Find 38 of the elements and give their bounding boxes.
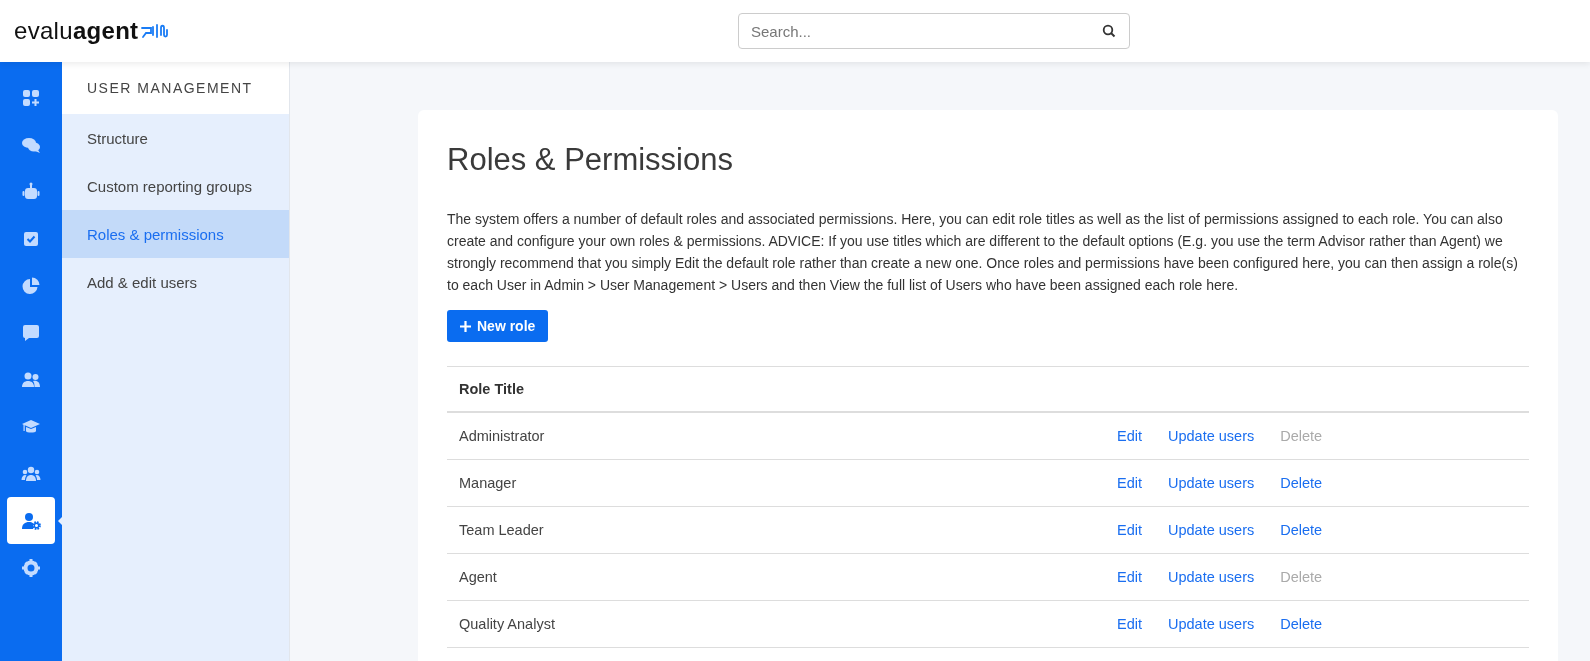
speech-bubble-icon <box>21 322 41 343</box>
user-gear-icon <box>21 510 41 531</box>
menu-item[interactable]: Custom reporting groups <box>62 162 289 210</box>
section-title: USER MANAGEMENT <box>62 62 289 114</box>
edit-link[interactable]: Edit <box>1117 616 1142 632</box>
role-title: Administrator <box>459 428 545 444</box>
settings-icon <box>21 557 41 578</box>
plus-icon <box>460 320 471 332</box>
new-role-button[interactable]: New role <box>447 310 549 342</box>
role-title: Agent <box>459 569 497 585</box>
description-text: The system offers a number of default roles and associated permissions. Here, you can edit role titles as well as the list of permissions assigned to each role. You can also create and configure your own roles & permissions. ADVICE: If you use titles which are different to the default options (E.g. you use the term Advisor rather than Agent) we strongly recommend that you simply Edit the default role rather than create a new one. Once roles and permissions have been configured here, you can then assign a role(s) to each User in Admin > User Management > Users and then View the full list of Users who have been assigned each role here. <box>447 210 1519 295</box>
update-users-link[interactable]: Update users <box>1168 475 1255 491</box>
page-title: Roles & Permissions <box>447 142 734 178</box>
wave-icon <box>140 22 171 40</box>
update-users-link[interactable]: Update users <box>1168 616 1255 632</box>
edit-link[interactable]: Edit <box>1117 522 1142 538</box>
delete-link[interactable]: Delete <box>1280 475 1323 491</box>
update-users-link[interactable]: Update users <box>1168 569 1255 585</box>
delete-link[interactable]: Delete <box>1280 522 1323 538</box>
menu-item[interactable]: Structure <box>62 114 289 162</box>
update-users-link[interactable]: Update users <box>1168 522 1255 538</box>
menu-item[interactable]: Add & edit users <box>62 258 289 306</box>
pie-chart-icon <box>21 275 41 296</box>
logo-text: evaluagent <box>14 17 139 45</box>
role-title: Team Leader <box>459 522 544 538</box>
edit-link[interactable]: Edit <box>1117 569 1142 585</box>
menu-item[interactable]: Roles & permissions <box>62 210 289 258</box>
delete-link[interactable]: Delete <box>1280 616 1323 632</box>
role-title: Quality Analyst <box>459 616 555 632</box>
grid-plus-icon <box>21 87 41 108</box>
column-header: Role Title <box>459 381 524 397</box>
edit-link[interactable]: Edit <box>1117 428 1142 444</box>
search-field[interactable]: Search... <box>738 13 1130 49</box>
edit-link[interactable]: Edit <box>1117 475 1142 491</box>
search-icon <box>1102 24 1116 38</box>
robot-icon <box>21 181 41 202</box>
role-title: Manager <box>459 475 517 491</box>
update-users-link[interactable]: Update users <box>1168 428 1255 444</box>
